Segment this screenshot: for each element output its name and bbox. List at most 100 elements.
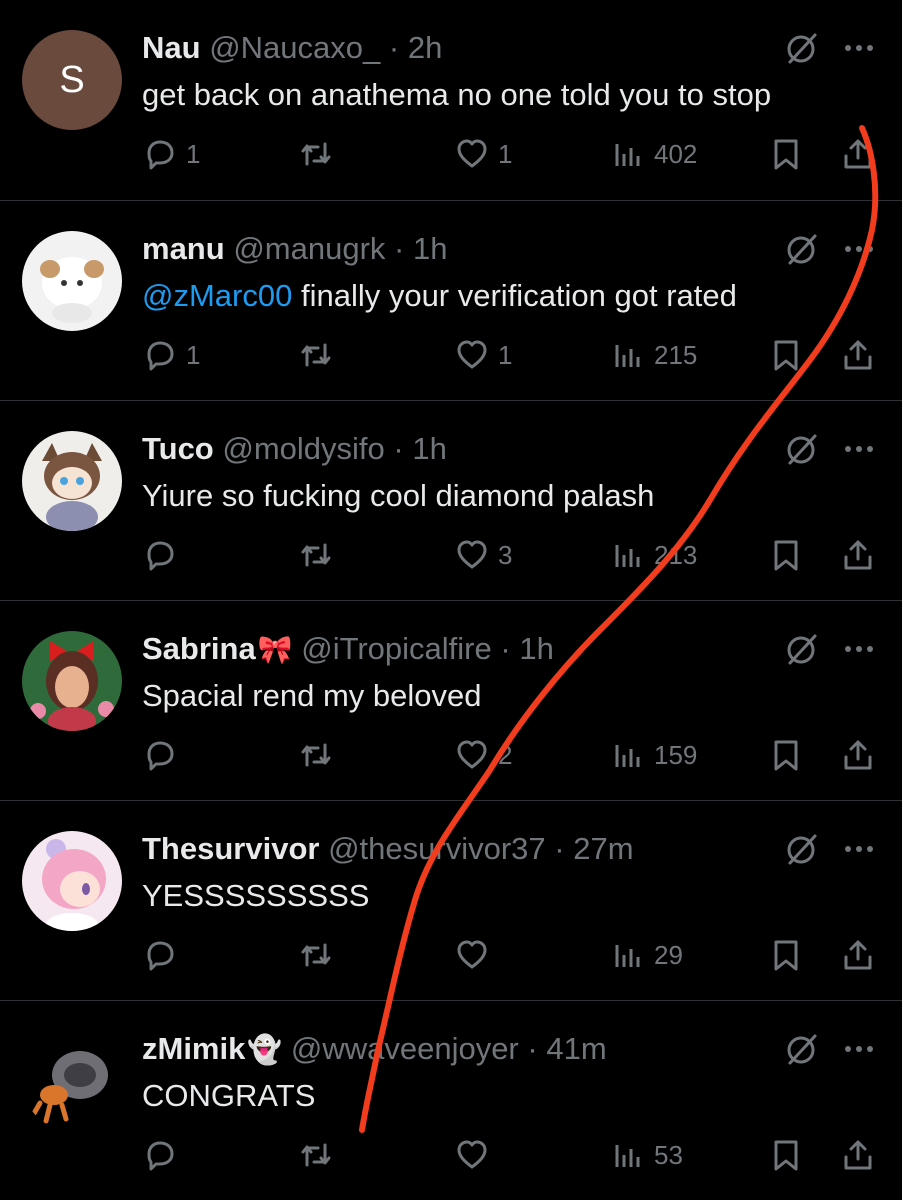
views-button[interactable]: 213 bbox=[610, 533, 697, 577]
bookmark-button[interactable] bbox=[768, 1133, 804, 1177]
timestamp[interactable]: 1h bbox=[413, 231, 447, 266]
reply-button[interactable] bbox=[142, 533, 186, 577]
share-button[interactable] bbox=[840, 333, 876, 377]
tweet-text-content: CONGRATS bbox=[142, 1078, 316, 1113]
tweet-text-content: finally your verification got rated bbox=[292, 278, 737, 313]
display-name[interactable]: Nau bbox=[142, 30, 201, 65]
mention-link[interactable]: @zMarc00 bbox=[142, 278, 292, 313]
reply-tweet[interactable]: zMimik👻 @wwaveenjoyer · 41m CONGRATS 53 bbox=[0, 1000, 902, 1200]
bookmark-icon bbox=[774, 740, 798, 771]
like-button[interactable]: 3 bbox=[454, 533, 512, 577]
separator-dot: · bbox=[394, 231, 405, 266]
like-button[interactable] bbox=[454, 1133, 498, 1177]
separator-dot: · bbox=[388, 30, 400, 65]
avatar[interactable] bbox=[22, 231, 122, 331]
reply-button[interactable]: 1 bbox=[142, 333, 200, 377]
avatar[interactable] bbox=[22, 431, 122, 531]
grok-icon[interactable] bbox=[782, 631, 822, 667]
retweet-button[interactable] bbox=[298, 132, 342, 176]
timestamp[interactable]: 1h bbox=[519, 631, 553, 666]
drawing-avatar-image bbox=[42, 443, 102, 531]
user-handle[interactable]: @Naucaxo_ bbox=[209, 30, 380, 65]
action-bar: 1 1 402 bbox=[0, 132, 902, 176]
bookmark-icon bbox=[774, 1140, 798, 1171]
avatar[interactable] bbox=[22, 1031, 122, 1131]
reply-icon bbox=[147, 140, 174, 170]
grok-icon[interactable] bbox=[782, 231, 822, 267]
avatar[interactable] bbox=[22, 631, 122, 731]
user-handle[interactable]: @moldysifo bbox=[222, 431, 384, 466]
user-handle[interactable]: @thesurvivor37 bbox=[328, 831, 546, 866]
retweet-button[interactable] bbox=[298, 1133, 342, 1177]
name-emoji: 🎀 bbox=[257, 633, 293, 666]
avatar-initial: S bbox=[59, 58, 85, 101]
reply-button[interactable] bbox=[142, 933, 186, 977]
reply-button[interactable] bbox=[142, 1133, 186, 1177]
retweet-button[interactable] bbox=[298, 333, 342, 377]
avatar[interactable]: S bbox=[22, 30, 122, 130]
retweet-button[interactable] bbox=[298, 933, 342, 977]
bookmark-button[interactable] bbox=[768, 733, 804, 777]
timestamp[interactable]: 41m bbox=[546, 1031, 606, 1066]
grok-icon[interactable] bbox=[782, 1031, 822, 1067]
reply-count: 1 bbox=[186, 339, 201, 370]
timestamp[interactable]: 2h bbox=[408, 30, 442, 65]
display-name[interactable]: Tuco bbox=[142, 431, 214, 466]
timestamp[interactable]: 1h bbox=[412, 431, 446, 466]
anime-avatar-image bbox=[42, 839, 106, 931]
reply-button[interactable] bbox=[142, 733, 186, 777]
more-icon[interactable] bbox=[840, 30, 880, 66]
views-button[interactable]: 402 bbox=[610, 132, 697, 176]
views-button[interactable]: 215 bbox=[610, 333, 697, 377]
reply-tweet[interactable]: manu @manugrk · 1h @zMarc00 finally your… bbox=[0, 200, 902, 400]
action-bar: 1 1 215 bbox=[0, 333, 902, 377]
like-button[interactable]: 1 bbox=[454, 333, 512, 377]
share-button[interactable] bbox=[840, 132, 876, 176]
bookmark-icon bbox=[774, 340, 798, 371]
like-button[interactable]: 2 bbox=[454, 733, 512, 777]
tweet-text-content: Yiure so fucking cool diamond palash bbox=[142, 478, 655, 513]
views-button[interactable]: 29 bbox=[610, 933, 683, 977]
bookmark-button[interactable] bbox=[768, 132, 804, 176]
retweet-button[interactable] bbox=[298, 733, 342, 777]
bookmark-button[interactable] bbox=[768, 333, 804, 377]
like-button[interactable]: 1 bbox=[454, 132, 512, 176]
plush-avatar-image bbox=[40, 257, 104, 323]
share-button[interactable] bbox=[840, 733, 876, 777]
more-icon[interactable] bbox=[840, 1031, 880, 1067]
more-icon[interactable] bbox=[840, 431, 880, 467]
more-icon[interactable] bbox=[840, 231, 880, 267]
timestamp[interactable]: 27m bbox=[573, 831, 633, 866]
retweet-button[interactable] bbox=[298, 533, 342, 577]
grok-icon[interactable] bbox=[782, 30, 822, 66]
grok-icon[interactable] bbox=[782, 431, 822, 467]
views-button[interactable]: 159 bbox=[610, 733, 697, 777]
avatar[interactable] bbox=[22, 831, 122, 931]
grok-icon[interactable] bbox=[782, 831, 822, 867]
more-icon[interactable] bbox=[840, 831, 880, 867]
user-handle[interactable]: @manugrk bbox=[233, 231, 385, 266]
more-icon[interactable] bbox=[840, 631, 880, 667]
reply-button[interactable]: 1 bbox=[142, 132, 200, 176]
display-name[interactable]: manu bbox=[142, 231, 225, 266]
display-name[interactable]: Sabrina bbox=[142, 631, 256, 666]
tweet-header: Nau @Naucaxo_ · 2h bbox=[142, 28, 442, 68]
share-button[interactable] bbox=[840, 1133, 876, 1177]
bookmark-button[interactable] bbox=[768, 533, 804, 577]
reply-tweet[interactable]: Sabrina🎀 @iTropicalfire · 1h Spacial ren… bbox=[0, 600, 902, 800]
user-handle[interactable]: @wwaveenjoyer bbox=[291, 1031, 519, 1066]
views-button[interactable]: 53 bbox=[610, 1133, 683, 1177]
like-button[interactable] bbox=[454, 933, 498, 977]
reply-tweet[interactable]: Thesurvivor @thesurvivor37 · 27m YESSSSS… bbox=[0, 800, 902, 1000]
share-button[interactable] bbox=[840, 533, 876, 577]
share-button[interactable] bbox=[840, 933, 876, 977]
user-handle[interactable]: @iTropicalfire bbox=[301, 631, 492, 666]
views-icon bbox=[615, 345, 640, 367]
display-name[interactable]: Thesurvivor bbox=[142, 831, 319, 866]
reply-tweet[interactable]: S Nau @Naucaxo_ · 2h get back on anathem… bbox=[0, 0, 902, 200]
like-count: 3 bbox=[498, 539, 513, 570]
bookmark-icon bbox=[774, 940, 798, 971]
reply-tweet[interactable]: Tuco @moldysifo · 1h Yiure so fucking co… bbox=[0, 400, 902, 600]
bookmark-button[interactable] bbox=[768, 933, 804, 977]
display-name[interactable]: zMimik bbox=[142, 1031, 245, 1066]
